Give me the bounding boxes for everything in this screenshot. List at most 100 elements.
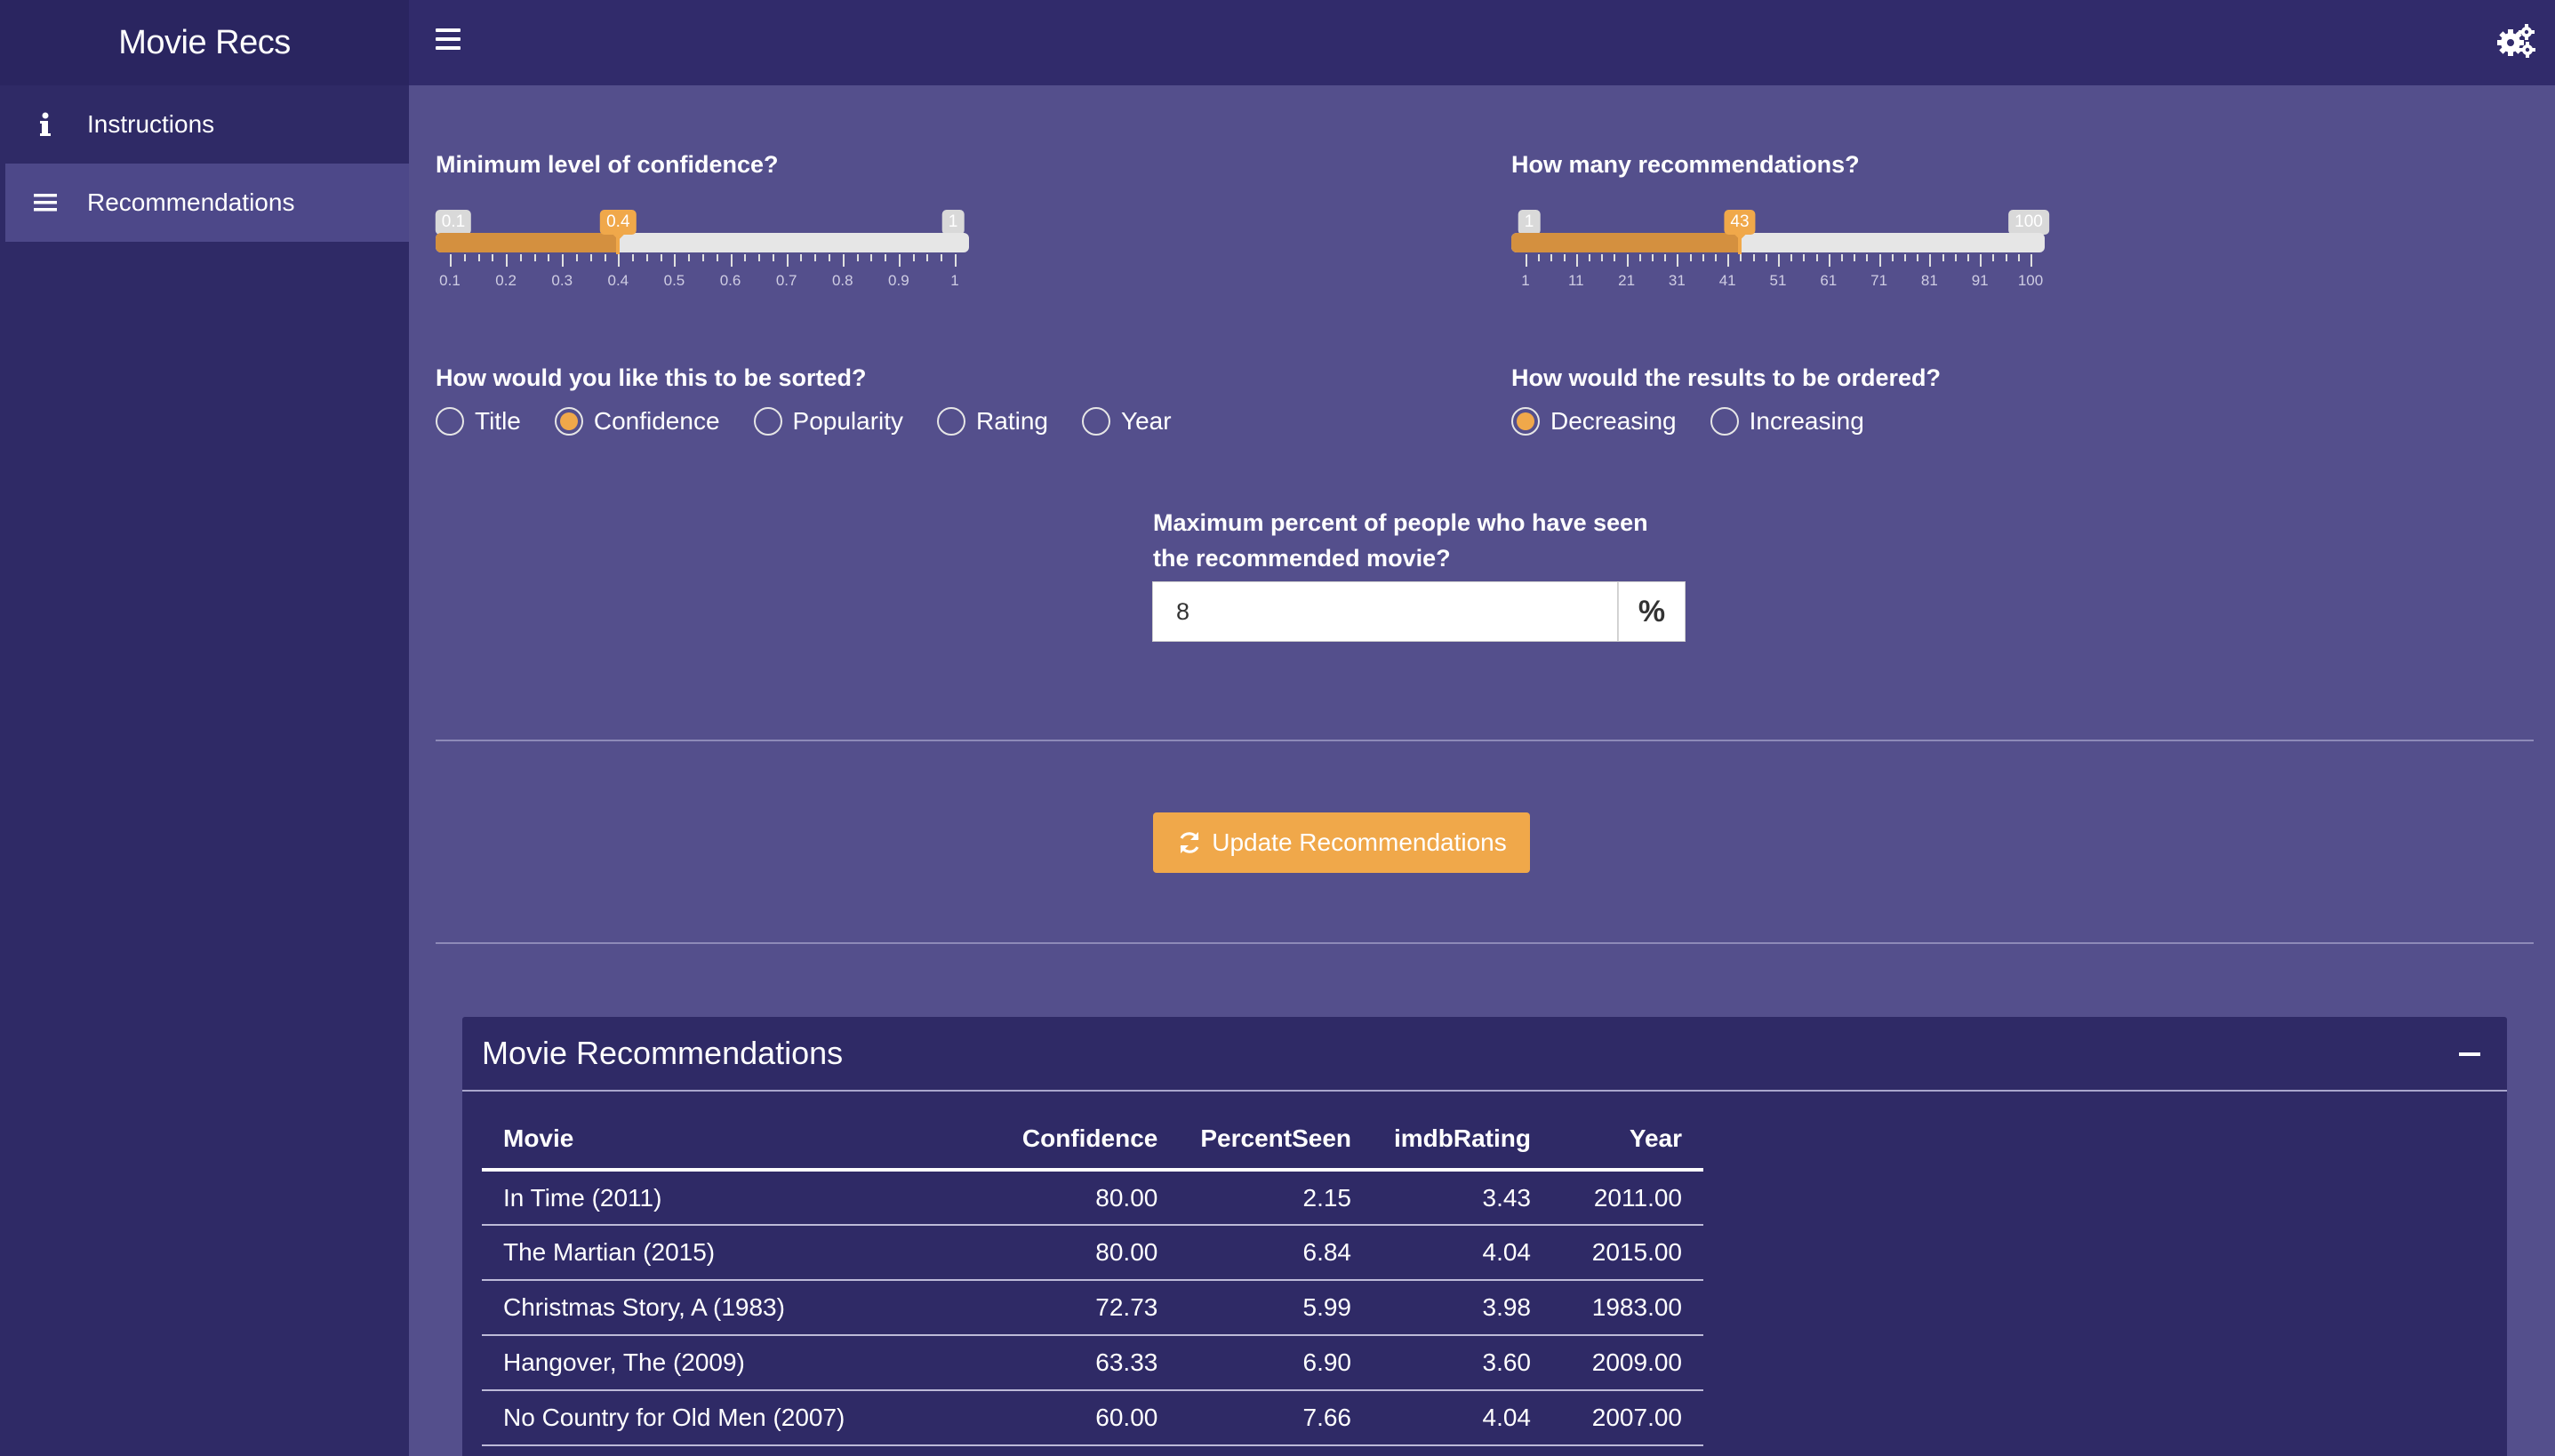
tick-label: 11	[1567, 272, 1584, 289]
minor-tick-mark	[912, 254, 915, 261]
minor-tick-mark	[1866, 254, 1869, 261]
tick-mark	[955, 254, 957, 267]
minor-tick-mark	[885, 254, 887, 261]
recommendations-box: Movie Recommendations Movie Confidence P…	[462, 1017, 2507, 1456]
tick-mark	[1828, 254, 1830, 267]
table-cell: 6.90	[1179, 1335, 1373, 1391]
radio-decreasing[interactable]: Decreasing	[1511, 407, 1677, 436]
tick-label: 61	[1820, 272, 1838, 289]
table-row: In Time (2011) 80.00 2.15 3.43 2011.00	[482, 1170, 1703, 1226]
confidence-value-label: 0.4	[600, 210, 637, 240]
confidence-slider[interactable]: 0.1 1 0.4 0.1 0.2 0.3 0.4 0.5 0.6 0.7 0.8 0.9 1	[435, 188, 969, 289]
tick-label: 51	[1769, 272, 1787, 289]
confidence-ticks: 0.1 0.2 0.3 0.4 0.5 0.6 0.7 0.8 0.9 1	[436, 254, 969, 290]
minor-tick-mark	[1954, 254, 1957, 261]
tick-label: 71	[1870, 272, 1888, 289]
column-header[interactable]: PercentSeen	[1179, 1109, 1373, 1172]
radio-button[interactable]	[937, 407, 966, 436]
column-header[interactable]: Confidence	[974, 1109, 1180, 1172]
column-header[interactable]: imdbRating	[1373, 1109, 1552, 1172]
sort-label: How would you like this to be sorted?	[436, 364, 867, 391]
tick-label: 0.1	[439, 272, 461, 289]
tick-mark	[842, 254, 845, 267]
sidebar-item-recommendations[interactable]: Recommendations	[5, 164, 409, 242]
tick-mark	[1727, 254, 1730, 267]
radio-popularity[interactable]: Popularity	[753, 407, 903, 436]
table-cell: 80.00	[974, 1170, 1180, 1226]
minor-tick-mark	[1740, 254, 1742, 261]
hamburger-icon[interactable]	[436, 28, 461, 50]
radio-rating[interactable]: Rating	[937, 407, 1048, 436]
radio-button[interactable]	[1710, 407, 1739, 436]
minor-tick-mark	[1589, 254, 1590, 261]
radio-button[interactable]	[554, 407, 583, 436]
gears-icon[interactable]	[2496, 23, 2535, 59]
minor-tick-mark	[716, 254, 718, 261]
minor-tick-mark	[758, 254, 761, 261]
radio-label: Year	[1120, 407, 1172, 435]
minor-tick-mark	[1891, 254, 1894, 261]
tick-mark	[618, 254, 621, 267]
radio-label: Rating	[976, 407, 1048, 435]
tick-label: 41	[1718, 272, 1736, 289]
order-radio-group: Decreasing Increasing	[1511, 407, 1898, 436]
table-cell: No Country for Old Men (2007)	[482, 1390, 975, 1446]
percent-input[interactable]	[1152, 581, 1618, 642]
minor-tick-mark	[1917, 254, 1919, 261]
recommendations-table: Movie Confidence PercentSeen imdbRating …	[482, 1109, 1703, 1446]
table-cell: 2009.00	[1552, 1335, 1703, 1391]
minor-tick-mark	[1563, 254, 1566, 261]
radio-button[interactable]	[436, 407, 464, 436]
table-cell: 7.66	[1179, 1390, 1373, 1446]
collapse-icon[interactable]	[2459, 1052, 2480, 1056]
radio-button[interactable]	[1511, 407, 1540, 436]
radio-confidence[interactable]: Confidence	[554, 407, 720, 436]
tick-mark	[1677, 254, 1679, 267]
update-recommendations-button[interactable]: Update Recommendations	[1153, 812, 1530, 873]
minor-tick-mark	[1752, 254, 1755, 261]
radio-button[interactable]	[1081, 407, 1110, 436]
minor-tick-mark	[2005, 254, 2007, 261]
minor-tick-mark	[604, 254, 606, 261]
top-header	[409, 0, 2555, 85]
tick-label: 1	[950, 272, 959, 289]
minor-tick-mark	[1841, 254, 1843, 261]
order-label: How would the results to be ordered?	[1511, 364, 1942, 391]
tick-label: 81	[1920, 272, 1938, 289]
divider	[436, 942, 2534, 944]
radio-button[interactable]	[753, 407, 782, 436]
minor-tick-mark	[1942, 254, 1944, 261]
sidebar-item-instructions[interactable]: Instructions	[0, 85, 409, 164]
tick-mark	[730, 254, 733, 267]
table-cell: 72.73	[974, 1280, 1180, 1336]
table-cell: 60.00	[974, 1390, 1180, 1446]
count-slider[interactable]: 1 100 43 1 11 21 31 41 51 61 71 81 91 100	[1511, 188, 2049, 289]
minor-tick-mark	[1815, 254, 1818, 261]
tick-label: 0.3	[551, 272, 573, 289]
table-cell: 5.99	[1179, 1280, 1373, 1336]
radio-increasing[interactable]: Increasing	[1710, 407, 1864, 436]
box-title: Movie Recommendations	[482, 1035, 844, 1071]
column-header[interactable]: Movie	[482, 1109, 975, 1172]
minor-tick-mark	[1664, 254, 1667, 261]
minor-tick-mark	[1803, 254, 1806, 261]
table-cell: 2007.00	[1552, 1390, 1703, 1446]
list-icon	[30, 193, 60, 212]
radio-year[interactable]: Year	[1081, 407, 1172, 436]
minor-tick-mark	[1854, 254, 1856, 261]
tick-mark	[1526, 254, 1527, 267]
table-row: No Country for Old Men (2007) 60.00 7.66 4.…	[482, 1390, 1703, 1446]
confidence-track[interactable]	[436, 233, 969, 252]
minor-tick-mark	[1765, 254, 1767, 261]
radio-title[interactable]: Title	[436, 407, 521, 436]
tick-label: 31	[1668, 272, 1686, 289]
count-track[interactable]	[1511, 233, 2045, 252]
sort-radio-group: Title Confidence Popularity Rating Year	[436, 407, 1205, 436]
minor-tick-mark	[870, 254, 873, 261]
confidence-label: Minimum level of confidence?	[436, 151, 779, 178]
minor-tick-mark	[926, 254, 929, 261]
info-icon	[30, 112, 60, 137]
minor-tick-mark	[492, 254, 494, 261]
minor-tick-mark	[533, 254, 536, 261]
column-header[interactable]: Year	[1552, 1109, 1703, 1172]
